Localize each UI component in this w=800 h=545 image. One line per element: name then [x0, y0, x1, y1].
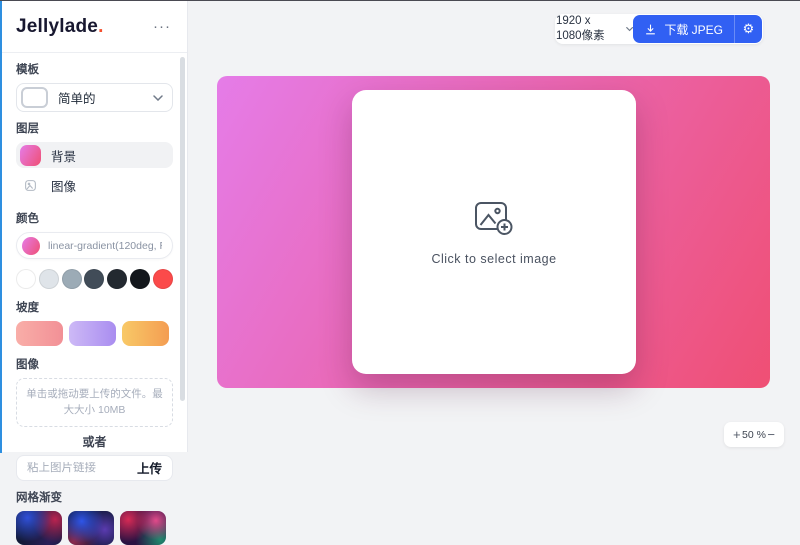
image-link-input[interactable]	[27, 462, 137, 474]
color-swatch-row	[16, 269, 173, 289]
logo-dot: .	[98, 16, 103, 37]
image-upload-label: 图像	[16, 356, 173, 372]
chevron-down-icon	[626, 26, 633, 32]
canvas-size-value: 1920 x 1080像素	[556, 15, 618, 43]
image-link-row: 上传	[16, 455, 173, 481]
color-swatch[interactable]	[62, 269, 82, 289]
zoom-value: 50 %	[742, 429, 766, 441]
app-logo: Jellylade.	[16, 16, 104, 38]
chevron-down-icon	[153, 95, 163, 101]
download-icon	[644, 23, 657, 36]
color-value-field[interactable]: linear-gradient(120deg, RGBA	[16, 232, 173, 259]
zoom-control: + 50 % −	[724, 422, 784, 447]
gradient-preset[interactable]	[16, 321, 63, 346]
layer-label: 背景	[51, 146, 76, 165]
dropzone-text: 单击或拖动要上传的文件。最大大小 10MB	[26, 388, 163, 416]
more-menu-button[interactable]: ···	[151, 15, 173, 38]
color-swatch[interactable]	[107, 269, 127, 289]
layer-item-background[interactable]: 背景	[16, 142, 173, 168]
layers-label: 图层	[16, 120, 173, 136]
color-label: 颜色	[16, 210, 173, 226]
mesh-thumb[interactable]	[68, 511, 114, 545]
color-swatch[interactable]	[84, 269, 104, 289]
top-toolbar: 1920 x 1080像素 下载 JPEG ⚙	[555, 14, 763, 44]
color-value-text: linear-gradient(120deg, RGBA	[48, 240, 162, 252]
placeholder-caption: Click to select image	[431, 252, 556, 266]
color-swatch[interactable]	[16, 269, 36, 289]
download-button[interactable]: 下载 JPEG	[633, 15, 734, 43]
sidebar-body: 模板 简单的 图层 背景 图像 颜色 linear-gradient(120de…	[2, 53, 187, 545]
settings-button[interactable]: ⚙	[735, 15, 762, 43]
sidebar-scrollbar[interactable]	[180, 57, 185, 401]
sidebar-header: Jellylade. ···	[2, 1, 187, 53]
canvas-size-select[interactable]: 1920 x 1080像素	[556, 15, 633, 43]
template-select[interactable]: 简单的	[16, 83, 173, 112]
upload-link-button[interactable]: 上传	[137, 458, 162, 477]
download-button-label: 下载 JPEG	[664, 21, 723, 38]
layer-item-image[interactable]: 图像	[16, 173, 173, 198]
gradient-label: 坡度	[16, 299, 173, 315]
window-edge-accent	[0, 1, 2, 453]
gradient-preset[interactable]	[69, 321, 116, 346]
gear-icon: ⚙	[743, 21, 755, 37]
download-button-group: 下载 JPEG ⚙	[633, 15, 762, 43]
color-swatch[interactable]	[153, 269, 173, 289]
gradient-preset[interactable]	[122, 321, 169, 346]
gradient-preset-row	[16, 321, 173, 346]
or-divider-text: 或者	[16, 433, 173, 450]
image-placeholder-card[interactable]: Click to select image	[352, 90, 636, 374]
color-value-dot	[22, 237, 40, 255]
image-plus-icon	[472, 199, 516, 237]
image-layer-icon	[20, 179, 41, 192]
zoom-in-button[interactable]: +	[733, 428, 741, 441]
template-label: 模板	[16, 61, 173, 77]
upload-dropzone[interactable]: 单击或拖动要上传的文件。最大大小 10MB	[16, 378, 173, 427]
mesh-thumb[interactable]	[120, 511, 166, 545]
sidebar: Jellylade. ··· 模板 简单的 图层 背景 图像 颜色 linear…	[2, 1, 188, 452]
color-swatch[interactable]	[130, 269, 150, 289]
canvas-board[interactable]: Click to select image	[217, 76, 770, 388]
mesh-gradient-label: 网格渐变	[16, 489, 173, 505]
app-logo-text: Jellylade	[16, 16, 98, 37]
template-value: 简单的	[58, 88, 143, 107]
color-swatch[interactable]	[39, 269, 59, 289]
background-layer-swatch	[20, 145, 41, 166]
template-thumbnail	[21, 87, 48, 108]
layer-label: 图像	[51, 176, 76, 195]
mesh-thumb[interactable]	[16, 511, 62, 545]
mesh-thumb-row	[16, 511, 173, 545]
zoom-out-button[interactable]: −	[767, 428, 775, 441]
